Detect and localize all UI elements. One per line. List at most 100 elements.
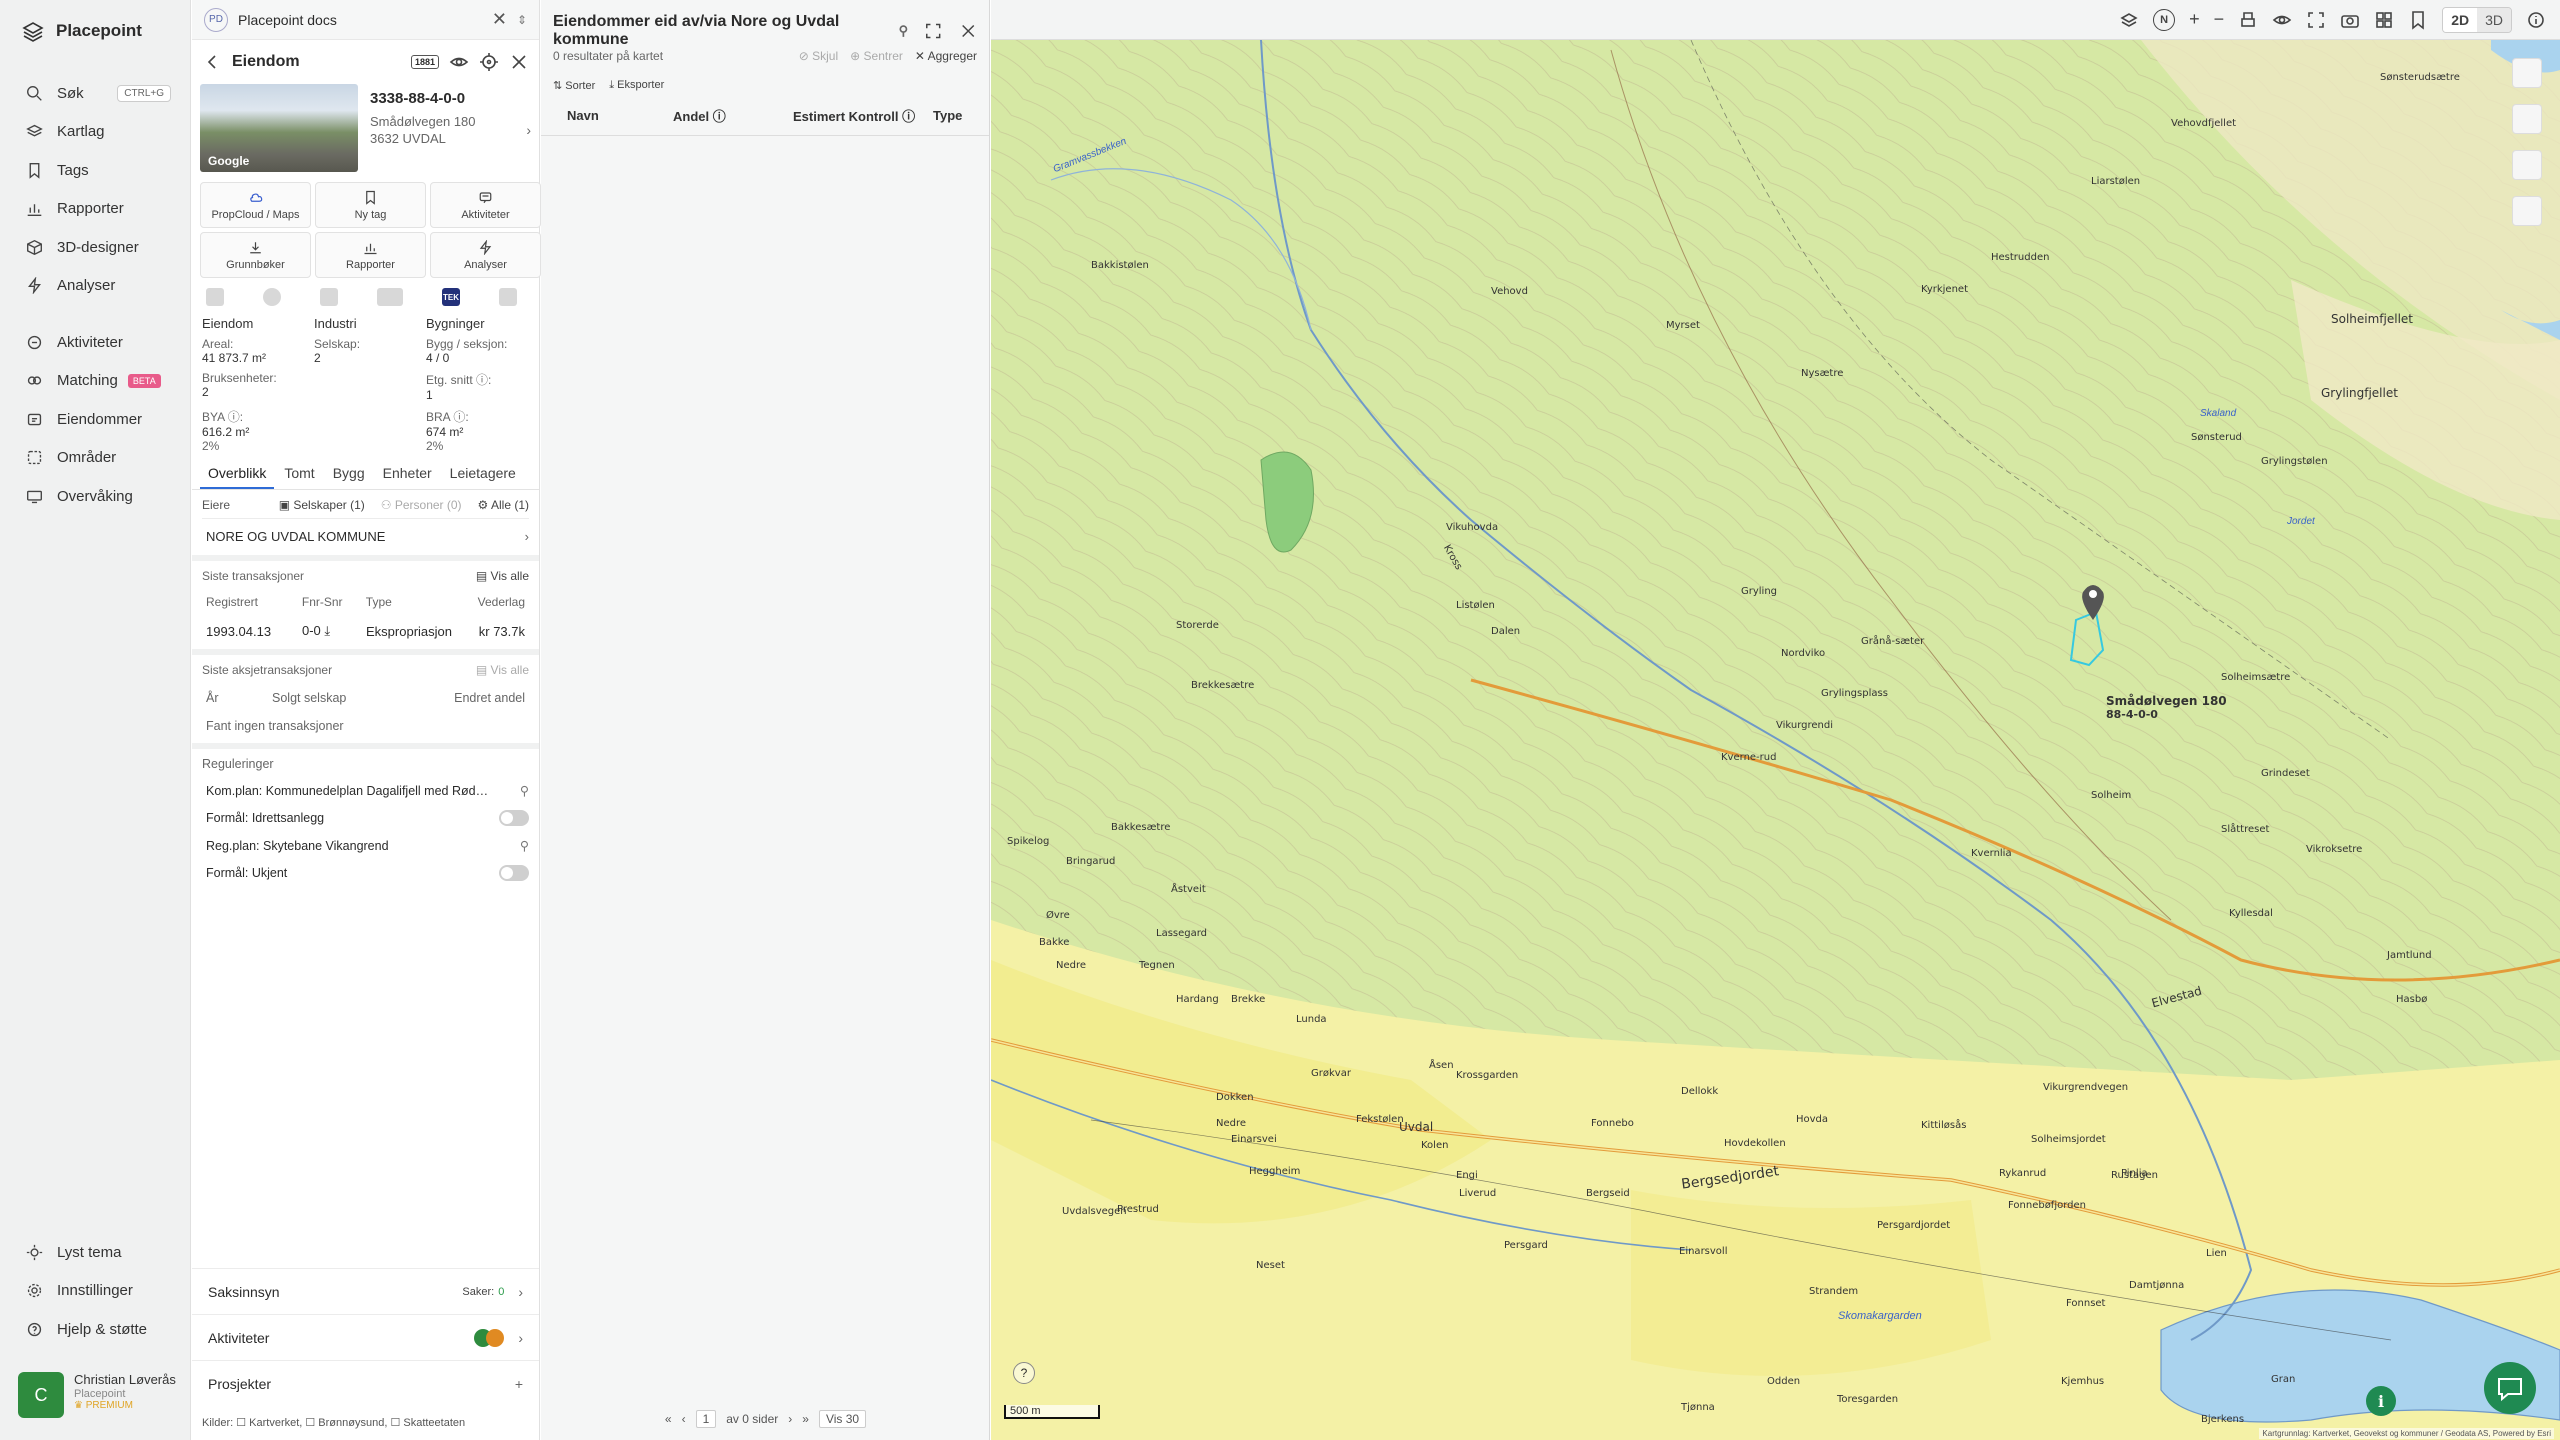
close-icon[interactable]: ✕ <box>492 9 507 30</box>
tab-enheter[interactable]: Enheter <box>375 465 440 489</box>
street-view-image[interactable]: Google <box>200 84 358 172</box>
map-control-3[interactable] <box>2512 150 2542 180</box>
source-6-icon[interactable] <box>499 288 517 306</box>
close-icon[interactable] <box>959 21 977 41</box>
nav-item-matching[interactable]: Matching BETA <box>0 362 191 401</box>
propcloud-button[interactable]: PropCloud / Maps <box>200 182 311 228</box>
tab-leietagere[interactable]: Leietagere <box>442 465 524 489</box>
nav-item-help[interactable]: Hjelp & støtte <box>0 1310 191 1349</box>
tek-icon[interactable]: TEK <box>442 288 460 306</box>
regulation-toggle[interactable] <box>499 810 529 826</box>
map-control-1[interactable] <box>2512 58 2542 88</box>
filter-companies[interactable]: ▣ Selskaper (1) <box>279 498 365 512</box>
center-button[interactable]: ⊕ Sentrer <box>850 49 903 63</box>
regulation-item[interactable]: Kom.plan: Kommunedelplan Dagalifjell med… <box>202 783 529 799</box>
nav-item-eiendommer[interactable]: Eiendommer <box>0 400 191 439</box>
first-page-icon[interactable]: « <box>665 1412 672 1426</box>
zoom-in-icon[interactable]: + <box>2189 9 2200 30</box>
table-row[interactable]: 1993.04.13 0-0 ⤓ Ekspropriasjon kr 73.7k <box>202 623 529 639</box>
close-icon[interactable] <box>509 52 529 72</box>
zoom-out-icon[interactable]: − <box>2214 9 2225 30</box>
target-icon[interactable] <box>479 52 499 72</box>
camera-icon[interactable] <box>2340 10 2360 30</box>
chat-button[interactable] <box>2484 1362 2536 1414</box>
grid-icon[interactable] <box>2374 10 2394 30</box>
eye-icon[interactable] <box>2272 10 2292 30</box>
fullscreen-icon[interactable] <box>2306 10 2326 30</box>
info-button[interactable]: i <box>2366 1386 2396 1416</box>
map-control-2[interactable] <box>2512 104 2542 134</box>
reports-button[interactable]: Rapporter <box>315 232 426 278</box>
id-card-icon[interactable]: 1881 <box>410 55 439 69</box>
nav-item-analyser[interactable]: Analyser <box>0 267 191 306</box>
hide-button[interactable]: ⊘ Skjul <box>799 49 838 63</box>
map-help-button[interactable]: ? <box>1013 1362 1035 1384</box>
bar-signal-icon[interactable] <box>377 288 403 306</box>
land-registry-button[interactable]: Grunnbøker <box>200 232 311 278</box>
nav-item-kartlag[interactable]: Kartlag <box>0 113 191 152</box>
tab-overblikk[interactable]: Overblikk <box>200 465 275 489</box>
col-header[interactable]: Type <box>933 108 962 123</box>
brand[interactable]: Placepoint <box>22 20 142 42</box>
property-summary[interactable]: Google 3338-88-4-0-0 Smådølvegen 180 3632… <box>192 84 539 176</box>
mode-2d-button[interactable]: 2D <box>2443 7 2478 32</box>
last-page-icon[interactable]: » <box>802 1412 809 1426</box>
expand-icon[interactable] <box>924 21 942 41</box>
mode-3d-button[interactable]: 3D <box>2477 7 2511 32</box>
link-icon[interactable]: ⚲ <box>520 783 529 798</box>
back-icon[interactable] <box>202 52 222 72</box>
export-button[interactable]: ⤓ Eksporter <box>609 79 664 92</box>
map-canvas[interactable]: Smådølvegen 180 88-4-0-0 Sønsterudsætre … <box>991 40 2560 1440</box>
tab-bygg[interactable]: Bygg <box>325 465 373 489</box>
view-all-transactions[interactable]: ▤ Vis alle <box>476 569 529 583</box>
saksinnsyn-row[interactable]: Saksinnsyn Saker: 0 › <box>192 1268 539 1314</box>
eye-icon[interactable] <box>449 52 469 72</box>
compass-icon[interactable]: N <box>2153 8 2176 31</box>
print-icon[interactable] <box>2238 10 2258 30</box>
nav-item-aktiviteter[interactable]: Aktiviteter <box>0 323 191 362</box>
filter-persons[interactable]: ⚇ Personer (0) <box>381 498 462 512</box>
nav-item-settings[interactable]: Innstillinger <box>0 1272 191 1311</box>
analyses-button[interactable]: Analyser <box>430 232 541 278</box>
tab-tomt[interactable]: Tomt <box>276 465 322 489</box>
activities-row[interactable]: Aktiviteter › <box>192 1314 539 1360</box>
chevron-right-icon[interactable]: › <box>526 122 531 138</box>
source-3-icon[interactable] <box>320 288 338 306</box>
col-header[interactable]: Estimert Kontroll ⓘ <box>793 106 933 125</box>
source-2-icon[interactable] <box>263 288 281 306</box>
next-page-icon[interactable]: › <box>788 1412 792 1426</box>
link-icon[interactable]: ⚲ <box>899 23 909 39</box>
bookmark-icon[interactable] <box>2408 10 2428 30</box>
aggregate-button[interactable]: ✕ Aggreger <box>915 49 977 63</box>
docs-title[interactable]: Placepoint docs <box>238 12 482 28</box>
new-tag-button[interactable]: Ny tag <box>315 182 426 228</box>
page-size-select[interactable]: Vis 30 <box>818 1410 867 1428</box>
col-header[interactable]: Andel ⓘ <box>673 106 793 125</box>
user-profile[interactable]: C Christian Løverås Placepoint ♛ PREMIUM <box>18 1372 176 1418</box>
sort-button[interactable]: ⇅ Sorter <box>553 79 595 92</box>
layers-3d-icon[interactable] <box>2119 10 2139 30</box>
marker-label[interactable]: Smådølvegen 180 <box>2106 694 2227 708</box>
filter-all[interactable]: ⚙ Alle (1) <box>478 498 529 512</box>
activities-button[interactable]: Aktiviteter <box>430 182 541 228</box>
info-icon[interactable] <box>2526 10 2546 30</box>
nav-item-omrader[interactable]: Områder <box>0 439 191 478</box>
source-1-icon[interactable] <box>206 288 224 306</box>
plus-icon[interactable]: + <box>515 1376 523 1392</box>
map-control-4[interactable] <box>2512 196 2542 226</box>
nav-item-overvaking[interactable]: Overvåking <box>0 477 191 516</box>
nav-item-light-theme[interactable]: Lyst tema <box>0 1233 191 1272</box>
owner-row[interactable]: NORE OG UVDAL KOMMUNE › <box>202 525 529 547</box>
page-input[interactable]: 1 <box>695 1410 717 1428</box>
prev-page-icon[interactable]: ‹ <box>682 1412 686 1426</box>
nav-item-search[interactable]: Søk CTRL+G <box>0 74 191 113</box>
nav-item-3d-designer[interactable]: 3D-designer <box>0 228 191 267</box>
link-icon[interactable]: ⚲ <box>520 838 529 853</box>
nav-item-tags[interactable]: Tags <box>0 151 191 190</box>
col-header[interactable]: Navn <box>553 108 673 123</box>
projects-row[interactable]: Prosjekter + <box>192 1360 539 1406</box>
chevron-updown-icon[interactable]: ⇕ <box>517 13 527 27</box>
regulation-item[interactable]: Reg.plan: Skytebane Vikangrend ⚲ <box>202 838 529 854</box>
regulation-toggle[interactable] <box>499 865 529 881</box>
nav-item-rapporter[interactable]: Rapporter <box>0 190 191 229</box>
